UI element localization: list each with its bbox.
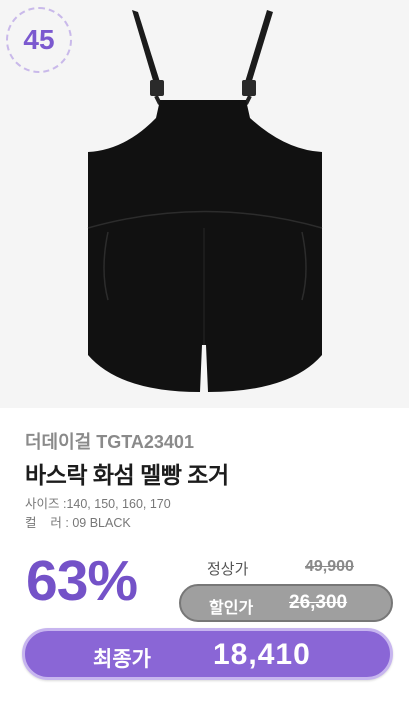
sale-price: 26,300: [289, 592, 348, 613]
sale-price-label: 할인가: [209, 600, 254, 617]
color-value: 09 BLACK: [72, 516, 131, 530]
left-strap: [132, 10, 160, 84]
color-label: 컬 러 :: [25, 516, 73, 530]
left-buckle: [150, 80, 164, 96]
product-image-area[interactable]: 45: [0, 0, 409, 408]
product-title[interactable]: 바스락 화섬 멜빵 조거: [25, 456, 229, 490]
regular-price-label: 정상가: [207, 561, 249, 578]
size-label: 사이즈 :: [25, 497, 67, 511]
right-buckle: [242, 80, 256, 96]
final-price: 18,410: [213, 638, 311, 671]
final-price-label: 최종가: [93, 648, 151, 671]
final-price-button[interactable]: 최종가 18,410: [22, 628, 393, 680]
right-strap: [245, 10, 273, 84]
regular-price: 49,900: [305, 558, 354, 575]
garment-body: [88, 100, 322, 392]
color-spec: 컬 러 : 09 BLACK: [25, 512, 131, 531]
size-spec: 사이즈 : 140, 150, 160, 170: [25, 493, 171, 512]
discount-rate: 63%: [26, 549, 138, 613]
product-brand: 더데이걸 TGTA23401: [25, 432, 194, 452]
sale-price-pill: 할인가 26,300: [179, 584, 393, 622]
size-value: 140, 150, 160, 170: [66, 497, 171, 511]
item-number-badge: 45: [6, 7, 72, 73]
